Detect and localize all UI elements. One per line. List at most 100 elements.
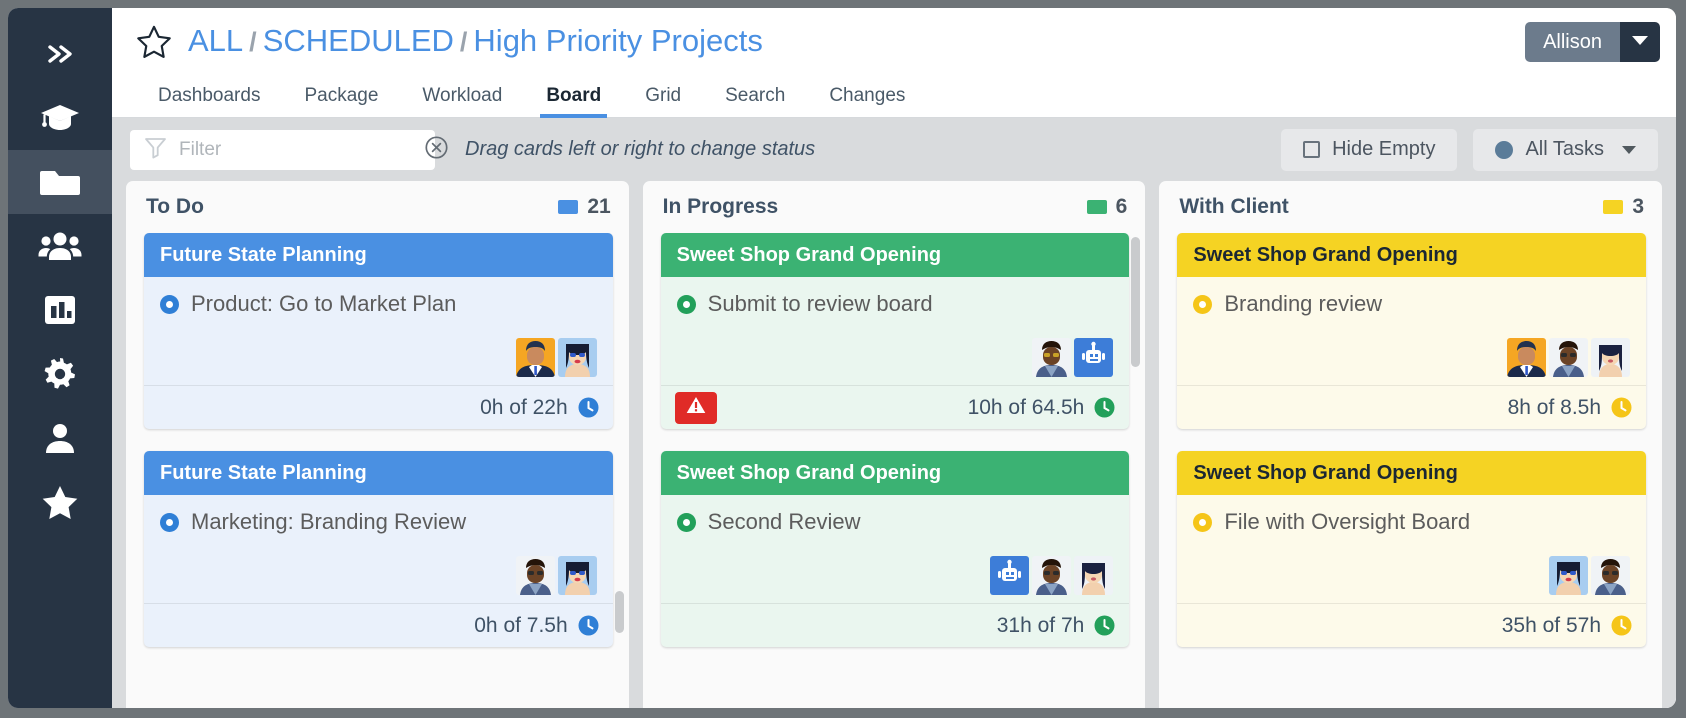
task-filter-dropdown[interactable]: All Tasks [1473, 128, 1658, 171]
breadcrumb-item-scheduled[interactable]: SCHEDULED [263, 23, 454, 59]
card-project-name: Sweet Shop Grand Opening [676, 461, 942, 484]
clock-icon [578, 615, 599, 636]
task-card[interactable]: Sweet Shop Grand Opening Branding review [1177, 233, 1647, 429]
tab-search[interactable]: Search [703, 74, 807, 117]
column-header: To Do 21 [126, 181, 629, 233]
card-task-title: Second Review [707, 509, 861, 534]
column-count: 21 [558, 195, 611, 219]
task-card[interactable]: Future State Planning Product: Go to Mar… [144, 233, 613, 429]
favorite-star-button[interactable] [136, 24, 172, 58]
avatar[interactable] [1032, 556, 1072, 595]
card-time: 0h of 7.5h [474, 614, 599, 638]
clock-icon [578, 397, 599, 418]
task-card[interactable]: Sweet Shop Grand Opening File with Overs… [1177, 451, 1647, 647]
card-assignees [160, 328, 597, 377]
card-time-value: 0h of 22h [480, 395, 568, 419]
graduation-cap-icon [39, 101, 81, 135]
board-toolbar: Drag cards left or right to change statu… [112, 118, 1676, 181]
avatar[interactable] [557, 556, 597, 595]
checkbox-icon[interactable] [1303, 141, 1321, 158]
column-title: In Progress [662, 195, 779, 218]
tab-changes[interactable]: Changes [807, 74, 927, 117]
avatar[interactable] [557, 338, 597, 377]
sidebar-item-learning[interactable] [8, 86, 112, 150]
tab-dashboards[interactable]: Dashboards [136, 74, 282, 117]
avatar[interactable] [1549, 556, 1589, 595]
tab-label: Board [546, 84, 602, 106]
breadcrumb-separator: / [249, 27, 257, 57]
column-count-value: 6 [1115, 195, 1128, 218]
tab-board[interactable]: Board [524, 74, 623, 118]
task-card[interactable]: Future State Planning Marketing: Brandin… [144, 451, 613, 647]
card-time: 35h of 57h [1502, 614, 1632, 638]
card-task-row: Marketing: Branding Review [160, 509, 597, 535]
sidebar-item-reports[interactable] [8, 278, 112, 342]
user-menu-label: Allison [1525, 22, 1620, 62]
sidebar-item-collapse-expand[interactable] [8, 22, 112, 86]
clock-icon [1611, 615, 1632, 636]
status-dot-icon [1193, 512, 1213, 532]
card-time: 0h of 22h [480, 396, 599, 420]
card-task-title: Marketing: Branding Review [191, 509, 467, 534]
avatar[interactable] [515, 338, 555, 377]
tab-workload[interactable]: Workload [400, 74, 524, 117]
status-dot-icon [160, 512, 179, 532]
avatar[interactable] [1507, 338, 1547, 377]
card-task-row: Second Review [676, 509, 1114, 535]
column-header: In Progress 6 [643, 181, 1146, 233]
hide-empty-button[interactable]: Hide Empty [1281, 128, 1458, 171]
avatar[interactable] [1074, 556, 1114, 595]
avatar[interactable] [1032, 338, 1072, 377]
caret-down-icon [1631, 33, 1649, 51]
column-scrollbar[interactable] [614, 591, 624, 633]
avatar[interactable] [1074, 338, 1114, 377]
column-title: With Client [1179, 195, 1289, 218]
task-card[interactable]: Sweet Shop Grand Opening Submit to revie… [660, 233, 1130, 429]
column-scrollbar[interactable] [1131, 237, 1141, 367]
column-color-swatch [1086, 200, 1107, 214]
sidebar-item-settings[interactable] [8, 342, 112, 406]
card-footer: 10h of 64.5h [660, 385, 1130, 429]
column-count: 6 [1086, 195, 1128, 219]
sidebar-item-favorites[interactable] [8, 470, 112, 534]
card-task-row: Branding review [1193, 291, 1630, 317]
avatar[interactable] [990, 556, 1030, 595]
filter-box[interactable] [130, 129, 448, 170]
filter-input[interactable] [179, 138, 424, 161]
avatar[interactable] [1549, 338, 1589, 377]
card-task-row: File with Oversight Board [1193, 509, 1630, 535]
card-project-name: Sweet Shop Grand Opening [676, 243, 942, 266]
card-project-name: Sweet Shop Grand Opening [1193, 461, 1458, 484]
clock-icon [1611, 397, 1632, 418]
drag-hint: Drag cards left or right to change statu… [465, 138, 816, 160]
warning-badge[interactable] [674, 391, 717, 424]
star-icon [41, 484, 79, 520]
chart-bar-icon [42, 293, 78, 327]
card-assignees [1193, 546, 1631, 595]
user-icon [43, 421, 77, 455]
funnel-icon [144, 136, 167, 164]
tab-package[interactable]: Package [282, 74, 400, 117]
tab-label: Grid [645, 84, 682, 106]
breadcrumb-item-current[interactable]: High Priority Projects [473, 23, 762, 59]
board-column-to-do: To Do 21 Future State Planning Product: … [126, 181, 629, 708]
avatar[interactable] [1591, 556, 1631, 595]
users-icon [38, 230, 82, 262]
avatar[interactable] [1591, 338, 1631, 377]
sidebar-item-teams[interactable] [8, 214, 112, 278]
user-menu-caret[interactable] [1620, 22, 1660, 62]
card-project-header: Future State Planning [144, 233, 613, 277]
card-task-row: Submit to review board [676, 291, 1114, 317]
card-body: Second Review [661, 495, 1130, 603]
task-card[interactable]: Sweet Shop Grand Opening Second Review 3… [660, 451, 1130, 647]
sidebar-item-projects[interactable] [8, 150, 112, 214]
user-menu[interactable]: Allison [1525, 22, 1660, 62]
sidebar-item-profile[interactable] [8, 406, 112, 470]
avatar[interactable] [515, 556, 555, 595]
clear-circle-icon[interactable] [424, 135, 449, 165]
breadcrumb-item-all[interactable]: ALL [188, 23, 243, 59]
breadcrumb: ALL / SCHEDULED / High Priority Projects [188, 23, 763, 59]
tab-grid[interactable]: Grid [623, 74, 703, 117]
column-header: With Client 3 [1159, 181, 1662, 233]
sidebar [8, 8, 112, 708]
